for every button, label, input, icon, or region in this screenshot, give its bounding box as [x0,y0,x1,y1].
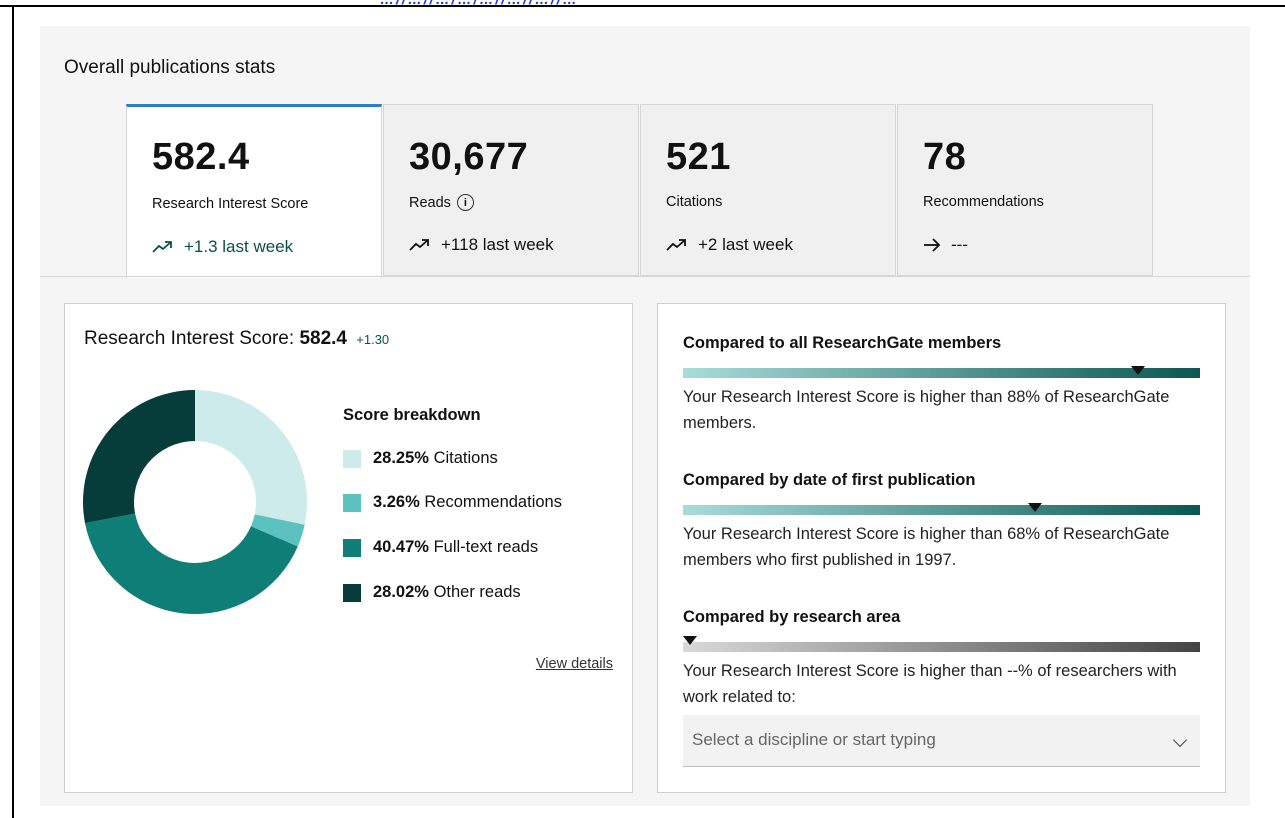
tab-recommendations[interactable]: 78 Recommendations --- [897,104,1153,276]
info-icon[interactable]: i [456,194,474,211]
stat-label: Recommendations [923,194,1044,210]
frame-left-border [12,5,14,818]
trend-up-icon [666,239,686,251]
comparison-bar-first-publication [683,503,1200,515]
stat-value: 521 [666,136,731,178]
stat-label: Research Interest Score [152,196,309,212]
discipline-select[interactable]: Select a discipline or start typing [683,715,1200,767]
tab-citations[interactable]: 521 Citations +2 last week [640,104,896,276]
tabs-divider [40,276,1250,277]
score-delta: +1.30 [356,332,390,347]
frame-top-border [0,5,1285,7]
comparison-title-all-members: Compared to all ResearchGate members [683,334,1002,352]
legend-swatch [343,493,361,512]
legend-swatch [343,449,361,468]
comparison-text-all-members: Your Research Interest Score is higher t… [683,388,1170,432]
comparison-card: Compared to all ResearchGate members You… [657,303,1226,793]
stats-tabs: 582.4 Research Interest Score +1.3 last … [126,104,1154,278]
stat-trend: +118 last week [409,235,554,255]
legend-item-recommendations: 3.26% Recommendations [343,493,562,512]
stat-label: Reads i [409,194,474,211]
stat-value: 582.4 [152,136,250,178]
score-value: 582.4 [299,328,347,349]
legend-swatch [343,538,361,557]
comparison-title-research-area: Compared by research area [683,608,901,626]
page-title: Overall publications stats [64,57,276,78]
view-details-link[interactable]: View details [536,656,613,672]
percentile-marker [1130,366,1145,375]
stat-value: 30,677 [409,136,529,178]
donut-slice-other-reads [83,390,195,524]
arrow-right-icon [924,238,941,252]
breakdown-title: Score breakdown [343,406,481,424]
stats-page: Overall publications stats 582.4 Researc… [40,26,1250,806]
stat-trend: +2 last week [666,235,793,255]
discipline-select-placeholder: Select a discipline or start typing [692,730,936,749]
trend-up-icon [409,239,429,251]
chevron-down-icon[interactable] [1172,732,1188,748]
comparison-bar-research-area [683,636,1200,652]
legend-item-other-reads: 28.02% Other reads [343,583,521,602]
percentile-marker [683,636,697,645]
score-breakdown-card: Research Interest Score: 582.4 +1.30 Sco… [64,303,633,793]
comparison-text-first-publication: Your Research Interest Score is higher t… [683,525,1170,569]
legend-swatch [343,583,361,602]
comparison-bar-all-members [683,366,1200,378]
score-card-title: Research Interest Score: 582.4 +1.30 [84,328,390,349]
legend-item-full-text-reads: 40.47% Full-text reads [343,538,538,557]
clipped-header-text: …//…//…/…/…//…//…//… [380,0,579,7]
legend-item-citations: 28.25% Citations [343,449,498,468]
donut-slice-citations [195,390,307,525]
tab-research-interest-score[interactable]: 582.4 Research Interest Score +1.3 last … [126,104,382,278]
tab-reads[interactable]: 30,677 Reads i +118 last week [383,104,639,276]
stat-trend: +1.3 last week [152,237,293,257]
percentile-marker [1027,503,1042,512]
comparison-title-first-publication: Compared by date of first publication [683,471,976,489]
trend-up-icon [152,241,172,253]
score-donut-chart [83,390,307,614]
stat-label: Citations [666,194,723,210]
stat-trend: --- [923,235,968,255]
comparison-text-research-area: Your Research Interest Score is higher t… [683,662,1177,706]
stat-value: 78 [923,136,967,178]
